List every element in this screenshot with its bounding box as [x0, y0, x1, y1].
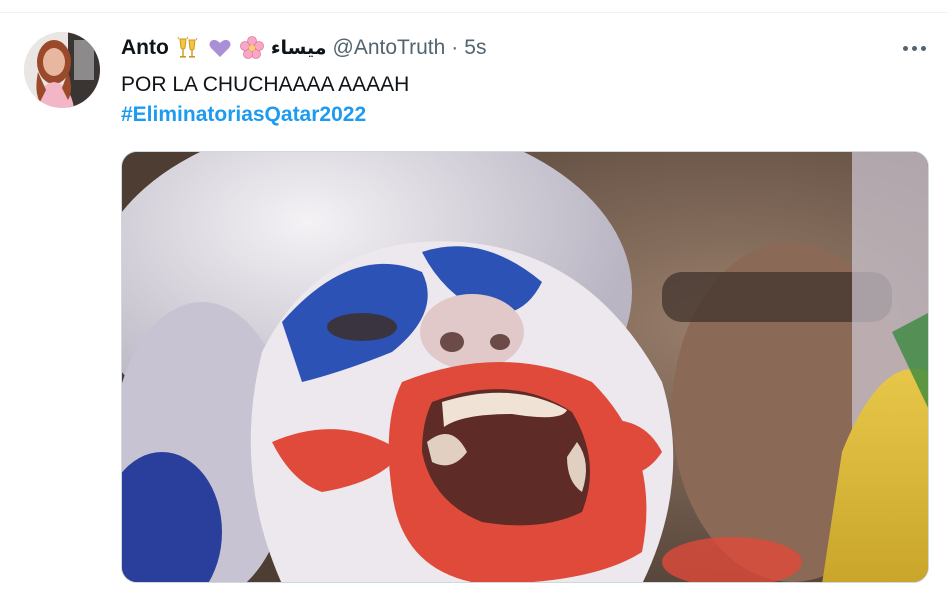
separator-dot: · [451, 36, 459, 59]
tweet-body: POR LA CHUCHAAAA AAAAH #EliminatoriasQat… [121, 70, 409, 130]
tweet-text: POR LA CHUCHAAAA AAAAH [121, 73, 410, 96]
clinking-glasses-icon [175, 35, 201, 61]
timestamp[interactable]: 5s [464, 36, 486, 60]
hashtag-link[interactable]: #EliminatoriasQatar2022 [121, 100, 409, 130]
photo-face-painted-fan-icon [122, 152, 928, 582]
avatar-photo-icon [24, 32, 100, 108]
more-options-button[interactable] [894, 34, 934, 62]
more-dot-icon [920, 45, 926, 51]
arabic-name: ميساء [270, 37, 327, 59]
tweet-header: Anto ميساء @AntoTruth · 5s [121, 33, 486, 63]
tweet-media[interactable] [121, 151, 929, 583]
purple-heart-icon [207, 35, 233, 61]
avatar[interactable] [24, 32, 100, 108]
tweet[interactable]: Anto ميساء @AntoTruth · 5s POR LA CHUCHA… [0, 0, 948, 600]
cherry-blossom-icon [239, 35, 265, 61]
display-name[interactable]: Anto [121, 36, 169, 60]
divider [0, 12, 948, 13]
user-handle[interactable]: @AntoTruth [333, 36, 446, 60]
more-dot-icon [911, 45, 917, 51]
more-dot-icon [902, 45, 908, 51]
